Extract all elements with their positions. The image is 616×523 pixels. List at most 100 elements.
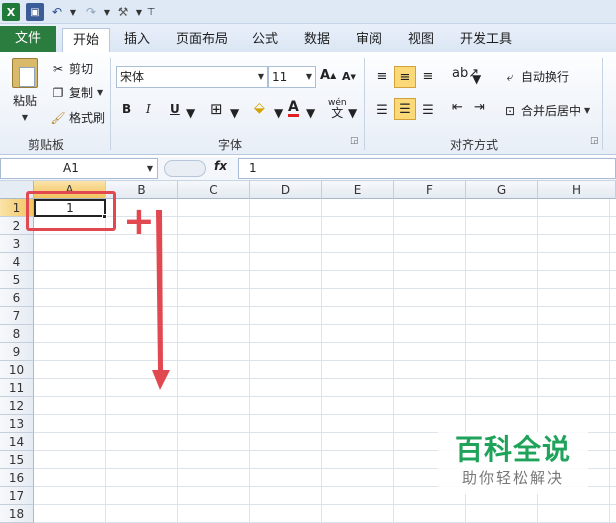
save-icon[interactable]: ▣ bbox=[26, 3, 44, 21]
column-header-h[interactable]: H bbox=[538, 181, 616, 199]
wrap-text-icon: ⤶ bbox=[506, 69, 514, 84]
row-header-10[interactable]: 10 bbox=[0, 361, 34, 379]
font-dialog-launcher-icon[interactable]: ◲ bbox=[350, 136, 359, 146]
row-header-11[interactable]: 11 bbox=[0, 379, 34, 397]
format-painter-button[interactable]: 🖌 格式刷 bbox=[50, 109, 105, 126]
grid-column-line bbox=[321, 199, 322, 522]
align-center-icon[interactable]: ☰ bbox=[394, 98, 416, 120]
tab-view[interactable]: 视图 bbox=[398, 28, 444, 52]
tab-data[interactable]: 数据 bbox=[294, 28, 340, 52]
cut-button[interactable]: ✂ 剪切 bbox=[50, 60, 93, 77]
row-header-3[interactable]: 3 bbox=[0, 235, 34, 253]
phonetic-dropdown-icon[interactable]: ▼ bbox=[348, 106, 357, 120]
column-header-g[interactable]: G bbox=[466, 181, 538, 199]
clipboard-group-label: 剪贴板 bbox=[28, 138, 65, 152]
grid-column-line bbox=[609, 199, 610, 522]
align-left-icon[interactable]: ☰ bbox=[372, 100, 392, 120]
paste-button[interactable]: 粘贴 ▼ bbox=[8, 58, 42, 122]
font-name-select[interactable]: 宋体 ▼ bbox=[116, 66, 268, 88]
column-header-f[interactable]: F bbox=[394, 181, 466, 199]
fill-color-dropdown-icon[interactable]: ▼ bbox=[274, 106, 283, 120]
align-middle-icon[interactable]: ≡ bbox=[394, 66, 416, 88]
column-header-e[interactable]: E bbox=[322, 181, 394, 199]
insert-function-icon[interactable]: fx bbox=[214, 159, 227, 173]
brush-icon: 🖌 bbox=[50, 110, 66, 125]
font-size-value: 11 bbox=[272, 70, 288, 84]
row-header-13[interactable]: 13 bbox=[0, 415, 34, 433]
bold-button[interactable]: B bbox=[122, 102, 131, 116]
customize-qat-icon[interactable]: ⊤ bbox=[142, 3, 160, 21]
tab-formulas[interactable]: 公式 bbox=[242, 28, 288, 52]
paste-icon bbox=[12, 58, 38, 88]
grid-column-line bbox=[393, 199, 394, 522]
fill-color-icon[interactable]: ⬙ bbox=[254, 100, 265, 116]
font-size-select[interactable]: 11 ▼ bbox=[268, 66, 316, 88]
decrease-indent-icon[interactable]: ⇤ bbox=[452, 100, 463, 115]
font-color-icon[interactable]: A bbox=[288, 100, 299, 117]
grid-row-line bbox=[34, 306, 616, 307]
grid-row-line bbox=[34, 396, 616, 397]
formula-input[interactable]: 1 bbox=[238, 158, 616, 179]
column-header-d[interactable]: D bbox=[250, 181, 322, 199]
grid-row-line bbox=[34, 378, 616, 379]
row-header-7[interactable]: 7 bbox=[0, 307, 34, 325]
row-header-12[interactable]: 12 bbox=[0, 397, 34, 415]
tab-insert[interactable]: 插入 bbox=[114, 28, 160, 52]
underline-button[interactable]: U bbox=[170, 102, 180, 116]
row-header-9[interactable]: 9 bbox=[0, 343, 34, 361]
font-color-dropdown-icon[interactable]: ▼ bbox=[306, 106, 315, 120]
borders-dropdown-icon[interactable]: ▼ bbox=[230, 106, 239, 120]
tab-home[interactable]: 开始 bbox=[62, 28, 111, 52]
align-bottom-icon[interactable]: ≡ bbox=[418, 66, 438, 86]
tab-file[interactable]: 文件 bbox=[0, 26, 56, 52]
tab-review[interactable]: 审阅 bbox=[346, 28, 392, 52]
orientation-dropdown-icon[interactable]: ▼ bbox=[472, 72, 481, 86]
watermark-title: 百科全说 bbox=[454, 433, 571, 466]
shrink-font-icon[interactable]: A ▼ bbox=[342, 70, 356, 83]
row-header-16[interactable]: 16 bbox=[0, 469, 34, 487]
row-header-4[interactable]: 4 bbox=[0, 253, 34, 271]
watermark: 百科全说 助你轻松解决 bbox=[438, 432, 588, 494]
alignment-group-label: 对齐方式 bbox=[450, 138, 499, 152]
merge-cells-icon: ⊡ bbox=[504, 103, 516, 118]
row-header-18[interactable]: 18 bbox=[0, 505, 34, 523]
cut-label: 剪切 bbox=[69, 62, 94, 76]
column-header-c[interactable]: C bbox=[178, 181, 250, 199]
column-header-b[interactable]: B bbox=[106, 181, 178, 199]
formula-bar-resize-handle[interactable] bbox=[164, 160, 206, 177]
underline-dropdown-icon[interactable]: ▼ bbox=[186, 106, 195, 120]
borders-icon[interactable]: ⊞ bbox=[210, 100, 223, 118]
row-header-6[interactable]: 6 bbox=[0, 289, 34, 307]
grid-row-line bbox=[34, 252, 616, 253]
undo-dropdown-icon[interactable]: ▼ bbox=[64, 3, 82, 21]
group-divider bbox=[602, 58, 603, 150]
merge-center-button[interactable]: ⊡ 合并后居中 ▼ bbox=[502, 102, 590, 119]
row-header-8[interactable]: 8 bbox=[0, 325, 34, 343]
italic-button[interactable]: I bbox=[146, 102, 151, 116]
row-header-5[interactable]: 5 bbox=[0, 271, 34, 289]
increase-indent-icon[interactable]: ⇥ bbox=[474, 100, 485, 115]
copy-button[interactable]: ❐ 复制 ▼ bbox=[50, 84, 104, 101]
align-right-icon[interactable]: ☰ bbox=[418, 100, 438, 120]
row-header-15[interactable]: 15 bbox=[0, 451, 34, 469]
name-box[interactable]: A1 ▼ bbox=[0, 158, 158, 179]
formula-bar: A1 ▼ fx 1 bbox=[0, 157, 616, 181]
watermark-subtitle: 助你轻松解决 bbox=[461, 469, 564, 487]
wrap-text-button[interactable]: ⤶ 自动换行 bbox=[502, 68, 569, 85]
row-header-14[interactable]: 14 bbox=[0, 433, 34, 451]
font-name-value: 宋体 bbox=[120, 70, 145, 84]
paste-dropdown-icon: ▼ bbox=[21, 113, 29, 122]
grow-font-icon[interactable]: A ▲ bbox=[320, 68, 336, 83]
alignment-dialog-launcher-icon[interactable]: ◲ bbox=[590, 136, 599, 146]
grid-row-line bbox=[34, 342, 616, 343]
align-top-icon[interactable]: ≡ bbox=[372, 66, 392, 86]
copy-label: 复制 bbox=[69, 86, 94, 100]
phonetic-icon[interactable]: wén 文 bbox=[328, 98, 347, 119]
tab-developer[interactable]: 开发工具 bbox=[450, 28, 522, 52]
grid-column-line bbox=[105, 199, 106, 522]
wrap-text-label: 自动换行 bbox=[521, 70, 570, 84]
format-painter-label: 格式刷 bbox=[69, 111, 106, 125]
tab-page-layout[interactable]: 页面布局 bbox=[166, 28, 238, 52]
grid-row-line bbox=[34, 270, 616, 271]
row-header-17[interactable]: 17 bbox=[0, 487, 34, 505]
